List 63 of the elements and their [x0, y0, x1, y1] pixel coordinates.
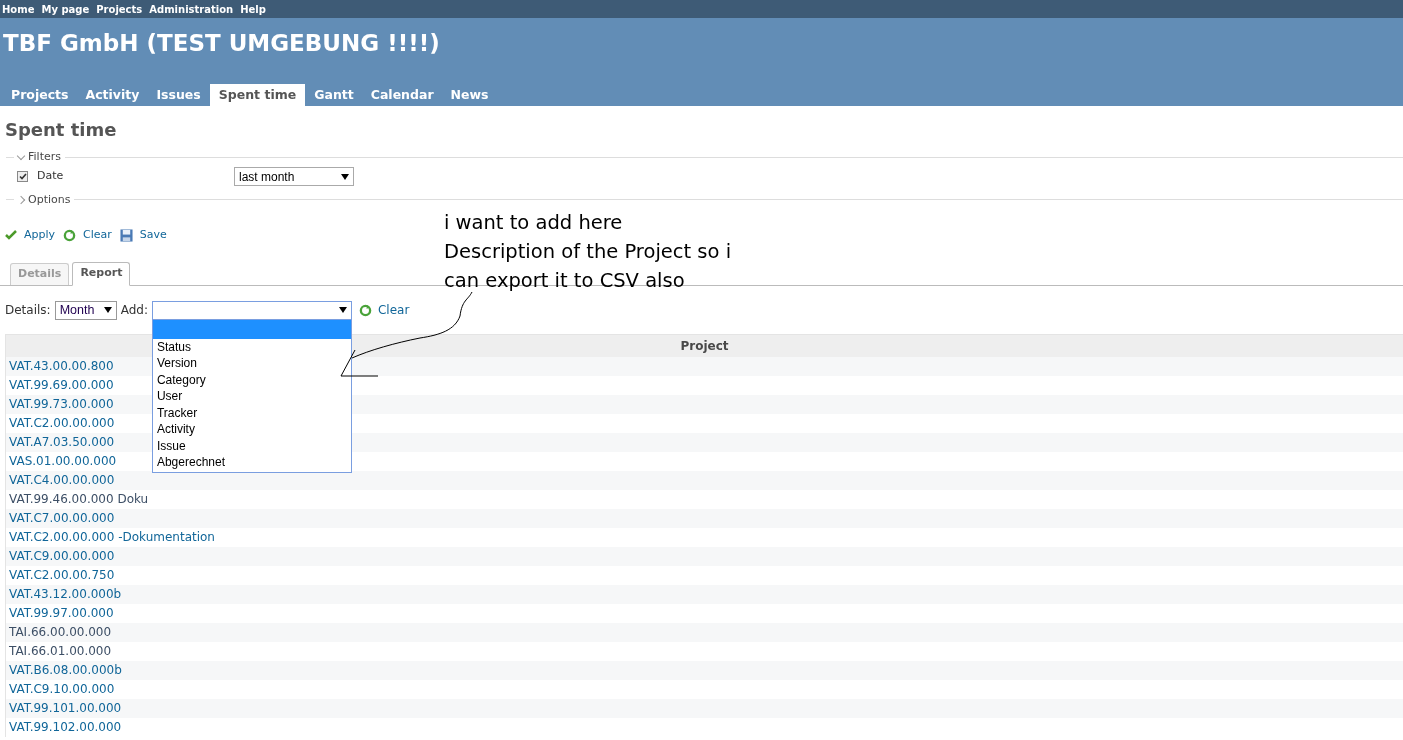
project-link[interactable]: VAT.99.97.00.000	[6, 604, 114, 622]
main-tab[interactable]: Gantt	[306, 84, 362, 106]
project-link[interactable]: VAT.B6.08.00.000b	[6, 661, 122, 679]
main-tab[interactable]: Activity	[77, 84, 148, 106]
action-link[interactable]: Clear	[63, 227, 112, 244]
dropdown-option[interactable]: Abgerechnet	[152, 454, 351, 471]
options-toggle[interactable]: Options	[14, 191, 75, 208]
checkmark-icon	[18, 173, 27, 180]
refresh-icon	[63, 228, 77, 242]
dropdown-option[interactable]: Issue	[152, 437, 351, 454]
checkbox[interactable]	[17, 171, 28, 182]
top-menu-link[interactable]: Projects	[96, 1, 143, 17]
top-menu-link[interactable]: Home	[2, 1, 35, 17]
project-link[interactable]: TAI.66.00.00.000	[6, 623, 112, 641]
details-select[interactable]: Month	[54, 300, 117, 320]
view-tab[interactable]: Report	[72, 261, 131, 286]
filters-toggle[interactable]: Filters	[14, 149, 65, 166]
main-tab[interactable]: Projects	[3, 84, 77, 106]
action-link[interactable]: Save	[119, 227, 167, 244]
dropdown-option[interactable]: User	[152, 388, 351, 405]
project-link[interactable]: VAT.C2.00.00.750	[6, 566, 115, 584]
dropdown-option[interactable]: Version	[152, 355, 351, 372]
dropdown-option[interactable]: Status	[152, 338, 351, 355]
project-link[interactable]: VAT.99.69.00.000	[6, 376, 114, 394]
filter-label: Date	[37, 168, 65, 185]
project-link[interactable]: TAI.66.01.00.000	[6, 642, 112, 660]
date-select[interactable]: last month	[234, 167, 354, 186]
action-link[interactable]: Apply	[5, 227, 56, 244]
page-title: Spent time	[4, 118, 118, 142]
checkmark-icon	[5, 230, 17, 241]
project-link[interactable]: VAT.C9.00.00.000	[6, 547, 115, 565]
project-link[interactable]: VAT.99.101.00.000	[6, 699, 122, 717]
details-label: Details:	[5, 302, 51, 319]
project-link[interactable]: VAT.43.00.00.800	[6, 357, 114, 375]
dropdown-option[interactable]: Category	[152, 371, 351, 388]
site-title: TBF GmbH (TEST UMGEBUNG !!!!)	[2, 29, 441, 58]
dropdown-arrow-icon	[341, 173, 349, 180]
dropdown-arrow-icon	[338, 307, 347, 313]
project-link[interactable]: VAT.99.102.00.000	[6, 718, 122, 736]
dropdown-option[interactable]: Tracker	[152, 404, 351, 421]
project-link[interactable]: VAT.C2.00.00.000 -Dokumentation	[6, 528, 215, 546]
project-link[interactable]: VAT.43.12.00.000b	[6, 585, 122, 603]
add-label: Add:	[120, 302, 148, 319]
project-link[interactable]: VAS.01.00.00.000	[6, 452, 117, 470]
project-link[interactable]: VAT.C7.00.00.000	[6, 509, 115, 527]
main-tab[interactable]: News	[442, 84, 497, 106]
annotation-text: i want to add here Description of the Project so i can export it to CSV also	[444, 210, 732, 294]
main-tab[interactable]: Issues	[148, 84, 209, 106]
project-link[interactable]: VAT.99.73.00.000	[6, 395, 114, 413]
clear-link[interactable]: Clear	[358, 301, 410, 319]
main-tab[interactable]: Spent time	[209, 84, 306, 106]
dropdown-arrow-icon	[103, 307, 112, 313]
top-menu-link[interactable]: Help	[240, 1, 266, 17]
dropdown-option[interactable]: Activity	[152, 421, 351, 438]
project-link[interactable]: VAT.99.46.00.000 Doku	[6, 490, 149, 508]
main-tab[interactable]: Calendar	[362, 84, 442, 106]
project-link[interactable]: VAT.C4.00.00.000	[6, 471, 115, 489]
project-link[interactable]: VAT.C2.00.00.000	[6, 414, 115, 432]
top-menu-link[interactable]: Administration	[149, 1, 234, 17]
project-link[interactable]: VAT.A7.03.50.000	[6, 433, 115, 451]
project-link[interactable]: VAT.C9.10.00.000	[6, 680, 115, 698]
refresh-icon	[358, 303, 372, 317]
top-menu-link[interactable]: My page	[41, 1, 90, 17]
